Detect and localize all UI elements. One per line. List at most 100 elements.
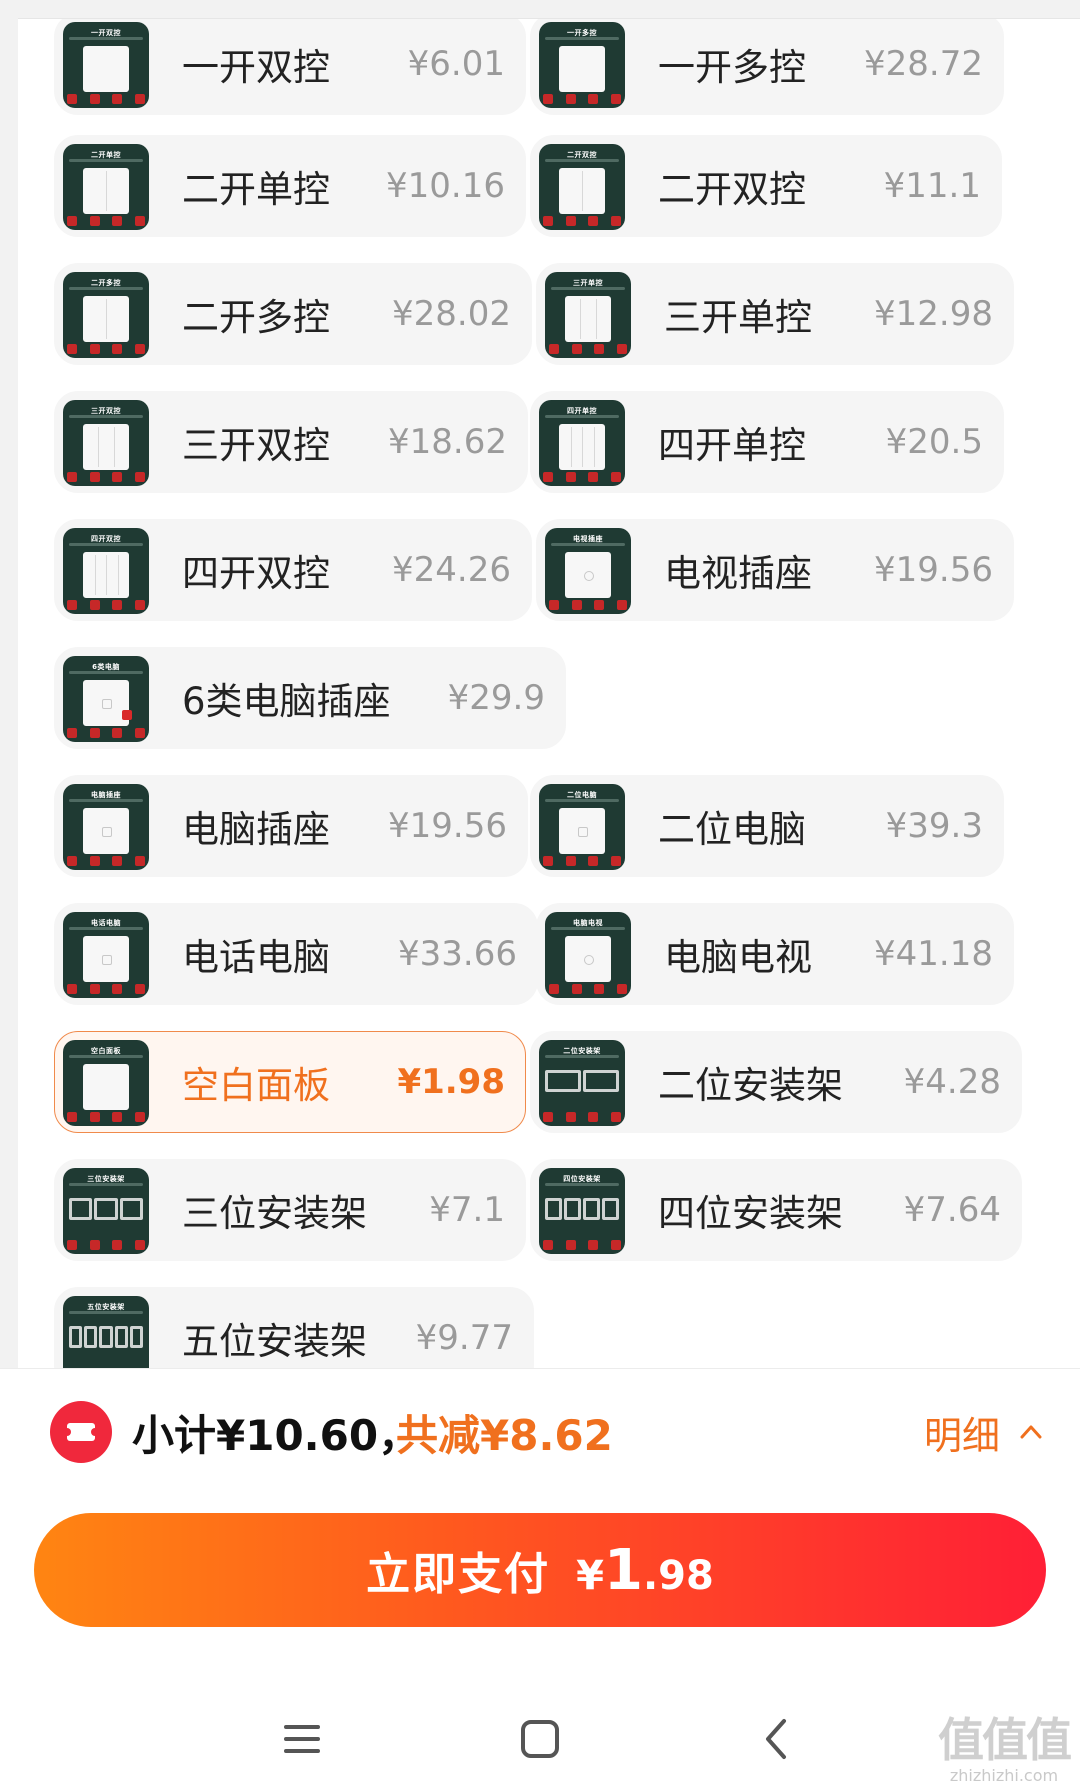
option-thumbnail: 电脑电视	[545, 912, 631, 998]
checkout-footer: 小计¥10.60， 共减¥8.62 明细 立即支付 ¥1.98 值值值 zhiz…	[0, 1368, 1080, 1791]
option-name: 一开双控	[182, 46, 330, 89]
option-thumbnail: 电视插座	[545, 528, 631, 614]
option-chip[interactable]: 二开双控 二开双控 ¥11.1	[530, 135, 1002, 237]
option-name: 二开多控	[182, 296, 330, 339]
option-name: 空白面板	[182, 1064, 330, 1107]
option-chip[interactable]: 二开单控 二开单控 ¥10.16	[54, 135, 526, 237]
option-thumbnail: 电脑插座	[63, 784, 149, 870]
option-price: ¥29.9	[447, 678, 545, 718]
option-price: ¥33.66	[398, 934, 517, 974]
option-name: 三开双控	[182, 424, 330, 467]
option-thumbnail: 四开双控	[63, 528, 149, 614]
pay-button-label: 立即支付	[366, 1549, 551, 1600]
option-chip[interactable]: 电脑插座 电脑插座 ¥19.56	[54, 775, 528, 877]
option-thumbnail: 一开双控	[63, 22, 149, 108]
home-icon[interactable]	[510, 1709, 570, 1769]
option-thumbnail: 三开单控	[545, 272, 631, 358]
option-thumbnail: 二位安装架	[539, 1040, 625, 1126]
option-chip[interactable]: 四位安装架 四位安装架 ¥7.64	[530, 1159, 1022, 1261]
option-name: 电脑电视	[664, 936, 812, 979]
option-thumbnail: 五位安装架	[63, 1296, 149, 1369]
option-chip[interactable]: 四开双控 四开双控 ¥24.26	[54, 519, 532, 621]
option-thumbnail: 二开单控	[63, 144, 149, 230]
option-thumbnail: 6类电脑	[63, 656, 149, 742]
option-chip[interactable]: 6类电脑 6类电脑插座 ¥29.9	[54, 647, 566, 749]
watermark-logo: 值值值	[938, 1713, 1072, 1767]
option-name: 四位安装架	[658, 1192, 843, 1235]
option-price: ¥19.56	[388, 806, 507, 846]
option-chip[interactable]: 电脑电视 电脑电视 ¥41.18	[536, 903, 1014, 1005]
option-price: ¥18.62	[388, 422, 507, 462]
option-price: ¥39.3	[885, 806, 983, 846]
option-thumbnail: 二位电脑	[539, 784, 625, 870]
option-price: ¥41.18	[874, 934, 993, 974]
option-price: ¥19.56	[874, 550, 993, 590]
option-thumbnail: 一开多控	[539, 22, 625, 108]
option-thumbnail: 二开多控	[63, 272, 149, 358]
option-chip[interactable]: 二位安装架 二位安装架 ¥4.28	[530, 1031, 1022, 1133]
option-chip[interactable]: 空白面板 空白面板 ¥1.98	[54, 1031, 526, 1133]
watermark-url: zhizhizhi.com	[949, 1766, 1059, 1785]
option-name: 电脑插座	[182, 808, 330, 851]
option-chip[interactable]: 三位安装架 三位安装架 ¥7.1	[54, 1159, 526, 1261]
pay-currency: ¥	[576, 1552, 604, 1599]
option-chip[interactable]: 一开多控 一开多控 ¥28.72	[530, 19, 1004, 115]
option-thumbnail: 四开单控	[539, 400, 625, 486]
detail-link[interactable]: 明细	[924, 1401, 1000, 1463]
option-chip[interactable]: 一开双控 一开双控 ¥6.01	[54, 19, 526, 115]
option-price: ¥9.77	[415, 1318, 513, 1358]
pay-button-price: ¥1.98	[576, 1538, 714, 1603]
option-price: ¥11.1	[883, 166, 981, 206]
option-name: 四开双控	[182, 552, 330, 595]
option-name: 四开单控	[658, 424, 806, 467]
option-price: ¥7.64	[903, 1190, 1001, 1230]
option-name: 6类电脑插座	[182, 680, 391, 723]
option-price: ¥6.01	[407, 44, 505, 84]
coupon-icon[interactable]	[50, 1401, 112, 1463]
option-thumbnail: 四位安装架	[539, 1168, 625, 1254]
option-chip[interactable]: 四开单控 四开单控 ¥20.5	[530, 391, 1004, 493]
option-name: 二开双控	[658, 168, 806, 211]
option-price: ¥28.72	[864, 44, 983, 84]
option-name: 电视插座	[664, 552, 812, 595]
option-price: ¥20.5	[885, 422, 983, 462]
option-price: ¥24.26	[392, 550, 511, 590]
option-thumbnail: 三位安装架	[63, 1168, 149, 1254]
option-price: ¥4.28	[903, 1062, 1001, 1102]
watermark: 值值值 zhizhizhi.com	[938, 1704, 1072, 1785]
option-name: 二位电脑	[658, 808, 806, 851]
option-chip[interactable]: 三开双控 三开双控 ¥18.62	[54, 391, 528, 493]
option-price: ¥7.1	[429, 1190, 505, 1230]
option-name: 二位安装架	[658, 1064, 843, 1107]
back-icon[interactable]	[746, 1709, 806, 1769]
option-chip[interactable]: 五位安装架 五位安装架 ¥9.77	[54, 1287, 534, 1369]
option-price: ¥28.02	[392, 294, 511, 334]
pay-integer: 1	[604, 1537, 643, 1603]
option-thumbnail: 二开双控	[539, 144, 625, 230]
option-name: 电话电脑	[182, 936, 330, 979]
option-price: ¥12.98	[874, 294, 993, 334]
option-thumbnail: 电话电脑	[63, 912, 149, 998]
product-option-panel: 一开双控 一开双控 ¥6.01 一开多控 一开多控 ¥28.72 二开单控 二开单控 ¥10.1…	[18, 18, 1080, 1369]
discount-text: 共减¥8.62	[396, 1410, 613, 1460]
pay-now-button[interactable]: 立即支付 ¥1.98	[34, 1513, 1046, 1627]
option-chip[interactable]: 二位电脑 二位电脑 ¥39.3	[530, 775, 1004, 877]
option-thumbnail: 三开双控	[63, 400, 149, 486]
option-name: 五位安装架	[182, 1320, 367, 1363]
option-name: 三开单控	[664, 296, 812, 339]
option-thumbnail: 空白面板	[63, 1040, 149, 1126]
option-chip[interactable]: 电视插座 电视插座 ¥19.56	[536, 519, 1014, 621]
option-name: 三位安装架	[182, 1192, 367, 1235]
option-price: ¥1.98	[397, 1062, 505, 1102]
option-chip[interactable]: 二开多控 二开多控 ¥28.02	[54, 263, 532, 365]
subtotal-text: 小计¥10.60，	[132, 1410, 421, 1460]
option-name: 二开单控	[182, 168, 330, 211]
option-price: ¥10.16	[386, 166, 505, 206]
option-chip[interactable]: 电话电脑 电话电脑 ¥33.66	[54, 903, 538, 1005]
chevron-up-icon[interactable]	[1020, 1421, 1042, 1443]
system-nav-bar	[0, 1699, 1080, 1791]
option-chip[interactable]: 三开单控 三开单控 ¥12.98	[536, 263, 1014, 365]
option-name: 一开多控	[658, 46, 806, 89]
menu-icon[interactable]	[272, 1709, 332, 1769]
pay-decimal: .98	[642, 1552, 714, 1599]
